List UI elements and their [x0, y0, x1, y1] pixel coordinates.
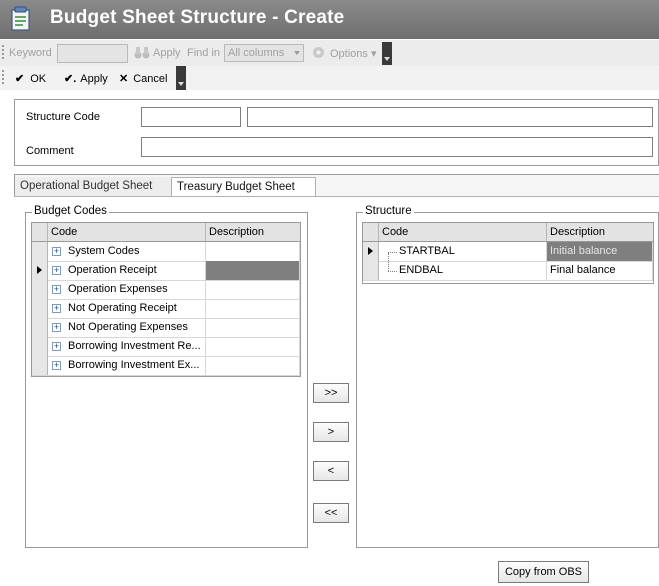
keyword-label: Keyword: [9, 47, 52, 59]
code-cell[interactable]: Borrowing Investment Re...: [65, 337, 206, 356]
keyword-input[interactable]: [57, 44, 128, 63]
table-row[interactable]: + System Codes: [32, 242, 300, 262]
description-cell[interactable]: [206, 356, 300, 375]
tab-operational-budget-sheet[interactable]: Operational Budget Sheet: [15, 177, 172, 196]
title-bar: Budget Sheet Structure - Create: [0, 0, 659, 39]
table-row[interactable]: + Operation Expenses: [32, 280, 300, 300]
description-cell[interactable]: Final balance: [547, 261, 653, 280]
structure-code-label: Structure Code: [26, 111, 100, 123]
row-selector[interactable]: [32, 280, 48, 299]
binoculars-icon: [134, 46, 150, 63]
expand-icon[interactable]: +: [52, 266, 61, 275]
row-header-corner: [363, 223, 379, 241]
options-label: Options: [330, 48, 368, 60]
row-selector[interactable]: [32, 337, 48, 356]
grid-header: Code Description: [363, 223, 653, 242]
code-cell[interactable]: Not Operating Receipt: [65, 299, 206, 318]
budget-codes-grid: Code Description + System Codes + Operat…: [31, 222, 301, 377]
code-cell[interactable]: Operation Expenses: [65, 280, 206, 299]
find-in-select[interactable]: All columns: [224, 44, 304, 62]
toolbar-overflow-button[interactable]: [382, 42, 392, 65]
table-row[interactable]: STARTBAL Initial balance: [363, 242, 653, 262]
toolbar-grip[interactable]: [2, 45, 4, 61]
check-apply-icon: ✔.: [64, 73, 77, 85]
apply-button[interactable]: ✔. Apply: [64, 72, 108, 85]
ok-button[interactable]: ✔ OK: [15, 72, 46, 85]
structure-grid: Code Description STARTBAL Initial balanc…: [362, 222, 654, 284]
cancel-button[interactable]: ✕ Cancel: [119, 72, 167, 85]
find-in-label: Find in: [187, 47, 221, 59]
table-row[interactable]: + Operation Receipt: [32, 261, 300, 281]
row-selector[interactable]: [363, 242, 379, 261]
structure-description-input[interactable]: [247, 107, 653, 127]
table-row[interactable]: + Borrowing Investment Re...: [32, 337, 300, 357]
table-row[interactable]: + Borrowing Investment Ex...: [32, 356, 300, 376]
row-selector[interactable]: [32, 356, 48, 375]
tab-treasury-budget-sheet[interactable]: Treasury Budget Sheet: [171, 177, 316, 196]
description-cell[interactable]: Initial balance: [547, 242, 653, 261]
expand-icon[interactable]: +: [52, 304, 61, 313]
expand-icon[interactable]: +: [52, 247, 61, 256]
chevron-down-icon: [294, 51, 300, 55]
options-button[interactable]: Options ▾: [330, 47, 377, 60]
code-cell[interactable]: ENDBAL: [396, 261, 547, 280]
row-selector[interactable]: [32, 299, 48, 318]
description-cell[interactable]: [206, 280, 300, 299]
grid-header: Code Description: [32, 223, 300, 242]
window-title: Budget Sheet Structure - Create: [50, 7, 345, 28]
action-toolbar: ✔ OK ✔. Apply ✕ Cancel: [0, 66, 659, 90]
expand-icon[interactable]: +: [52, 285, 61, 294]
expand-icon[interactable]: +: [52, 323, 61, 332]
add-all-button[interactable]: >>: [313, 383, 349, 403]
code-cell[interactable]: Not Operating Expenses: [65, 318, 206, 337]
table-row[interactable]: + Not Operating Expenses: [32, 318, 300, 338]
row-selector[interactable]: [32, 261, 48, 280]
row-selector[interactable]: [363, 261, 379, 280]
row-selector[interactable]: [32, 318, 48, 337]
description-cell[interactable]: [206, 337, 300, 356]
structure-code-input[interactable]: [141, 107, 241, 127]
add-one-button[interactable]: >: [313, 422, 349, 442]
comment-input[interactable]: [141, 137, 653, 157]
description-cell[interactable]: [206, 261, 300, 280]
column-header-description[interactable]: Description: [547, 223, 653, 241]
remove-one-button[interactable]: <: [313, 461, 349, 481]
toolbar-overflow-button[interactable]: [176, 66, 186, 90]
description-cell[interactable]: [206, 299, 300, 318]
close-icon: ✕: [119, 73, 129, 85]
remove-all-button[interactable]: <<: [313, 503, 349, 523]
description-cell[interactable]: [206, 242, 300, 261]
code-cell[interactable]: Borrowing Investment Ex...: [65, 356, 206, 375]
cancel-label: Cancel: [133, 73, 168, 85]
expand-icon[interactable]: +: [52, 342, 61, 351]
apply-label: Apply: [80, 73, 108, 85]
column-header-description[interactable]: Description: [206, 223, 300, 241]
apply-search-button[interactable]: Apply: [153, 47, 181, 59]
code-cell[interactable]: System Codes: [65, 242, 206, 261]
ok-label: OK: [30, 73, 47, 85]
row-header-corner: [32, 223, 48, 241]
table-row[interactable]: + Not Operating Receipt: [32, 299, 300, 319]
comment-label: Comment: [26, 145, 74, 157]
expand-icon[interactable]: +: [52, 361, 61, 370]
form-icon: [11, 6, 30, 31]
check-icon: ✔: [15, 73, 25, 85]
column-header-code[interactable]: Code: [379, 223, 547, 241]
search-toolbar: Keyword Apply Find in All columns Option…: [0, 40, 659, 66]
header-panel: Structure Code Comment: [14, 99, 659, 166]
structure-title: Structure: [363, 205, 414, 217]
toolbar-grip[interactable]: [2, 70, 4, 86]
code-cell[interactable]: STARTBAL: [396, 242, 547, 261]
code-cell[interactable]: Operation Receipt: [65, 261, 206, 280]
budget-codes-title: Budget Codes: [32, 205, 109, 217]
find-in-value: All columns: [228, 47, 285, 59]
options-gear-icon: [311, 45, 326, 63]
description-cell[interactable]: [206, 318, 300, 337]
row-selector[interactable]: [32, 242, 48, 261]
column-header-code[interactable]: Code: [48, 223, 206, 241]
table-row[interactable]: ENDBAL Final balance: [363, 261, 653, 281]
copy-from-obs-button[interactable]: Copy from OBS: [498, 561, 589, 583]
